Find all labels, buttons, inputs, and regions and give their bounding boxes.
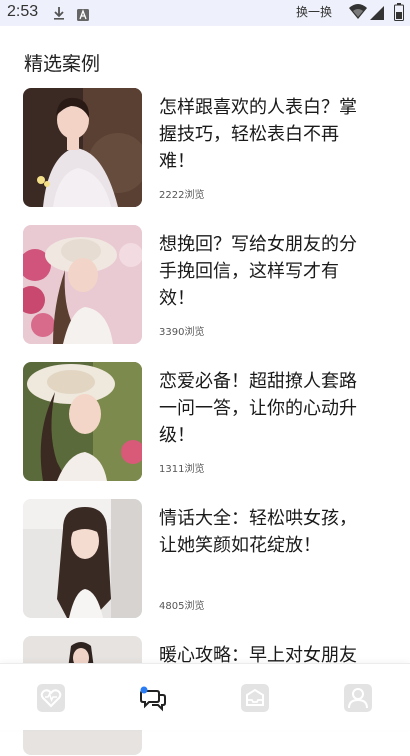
wifi-icon: [348, 3, 368, 25]
case-views: 1311浏览: [159, 464, 205, 475]
section-title: 精选案例: [24, 53, 101, 75]
signal-icon: [370, 5, 384, 24]
nav-chat[interactable]: [138, 683, 168, 713]
heart-icon: [37, 684, 65, 712]
case-views: 4805浏览: [159, 601, 205, 612]
nav-inbox[interactable]: [240, 683, 270, 713]
case-card[interactable]: 怎样跟喜欢的人表白？掌握技巧，轻松表白不再难！ 2222浏览: [0, 88, 410, 208]
inbox-icon: [241, 684, 269, 712]
case-title[interactable]: 情话大全：轻松哄女孩，让她笑颜如花绽放！: [159, 505, 374, 559]
download-icon: [53, 5, 65, 24]
status-bar: 2:53 换一换: [0, 0, 410, 26]
case-views: 3390浏览: [159, 327, 205, 338]
case-card[interactable]: 恋爱必备！超甜撩人套路一问一答，让你的心动升级！ 1311浏览: [0, 362, 410, 482]
nav-heart[interactable]: [36, 683, 66, 713]
profile-icon: [344, 684, 372, 712]
battery-icon: [394, 3, 404, 25]
status-time: 2:53: [7, 3, 39, 20]
nav-profile[interactable]: [343, 683, 373, 713]
case-card[interactable]: 情话大全：轻松哄女孩，让她笑颜如花绽放！ 4805浏览: [0, 499, 410, 619]
case-thumbnail[interactable]: [23, 225, 142, 344]
case-thumbnail[interactable]: [23, 88, 142, 207]
bottom-nav: [0, 663, 410, 730]
case-card[interactable]: 想挽回？写给女朋友的分手挽回信，这样写才有效！ 3390浏览: [0, 225, 410, 345]
case-title[interactable]: 想挽回？写给女朋友的分手挽回信，这样写才有效！: [159, 231, 374, 312]
chat-icon: [140, 686, 166, 712]
case-thumbnail[interactable]: [23, 499, 142, 618]
case-thumbnail[interactable]: [23, 362, 142, 481]
swap-button[interactable]: 换一换: [296, 3, 332, 20]
girl-with-sunhat-flowers-photo: [23, 225, 142, 344]
girl-in-white-dress-photo: [23, 88, 142, 207]
a-icon: [77, 6, 89, 25]
girl-with-straw-hat-photo: [23, 362, 142, 481]
girl-long-hair-photo: [23, 499, 142, 618]
case-title[interactable]: 怎样跟喜欢的人表白？掌握技巧，轻松表白不再难！: [159, 94, 374, 175]
case-title[interactable]: 恋爱必备！超甜撩人套路一问一答，让你的心动升级！: [159, 368, 374, 449]
case-views: 2222浏览: [159, 190, 205, 201]
